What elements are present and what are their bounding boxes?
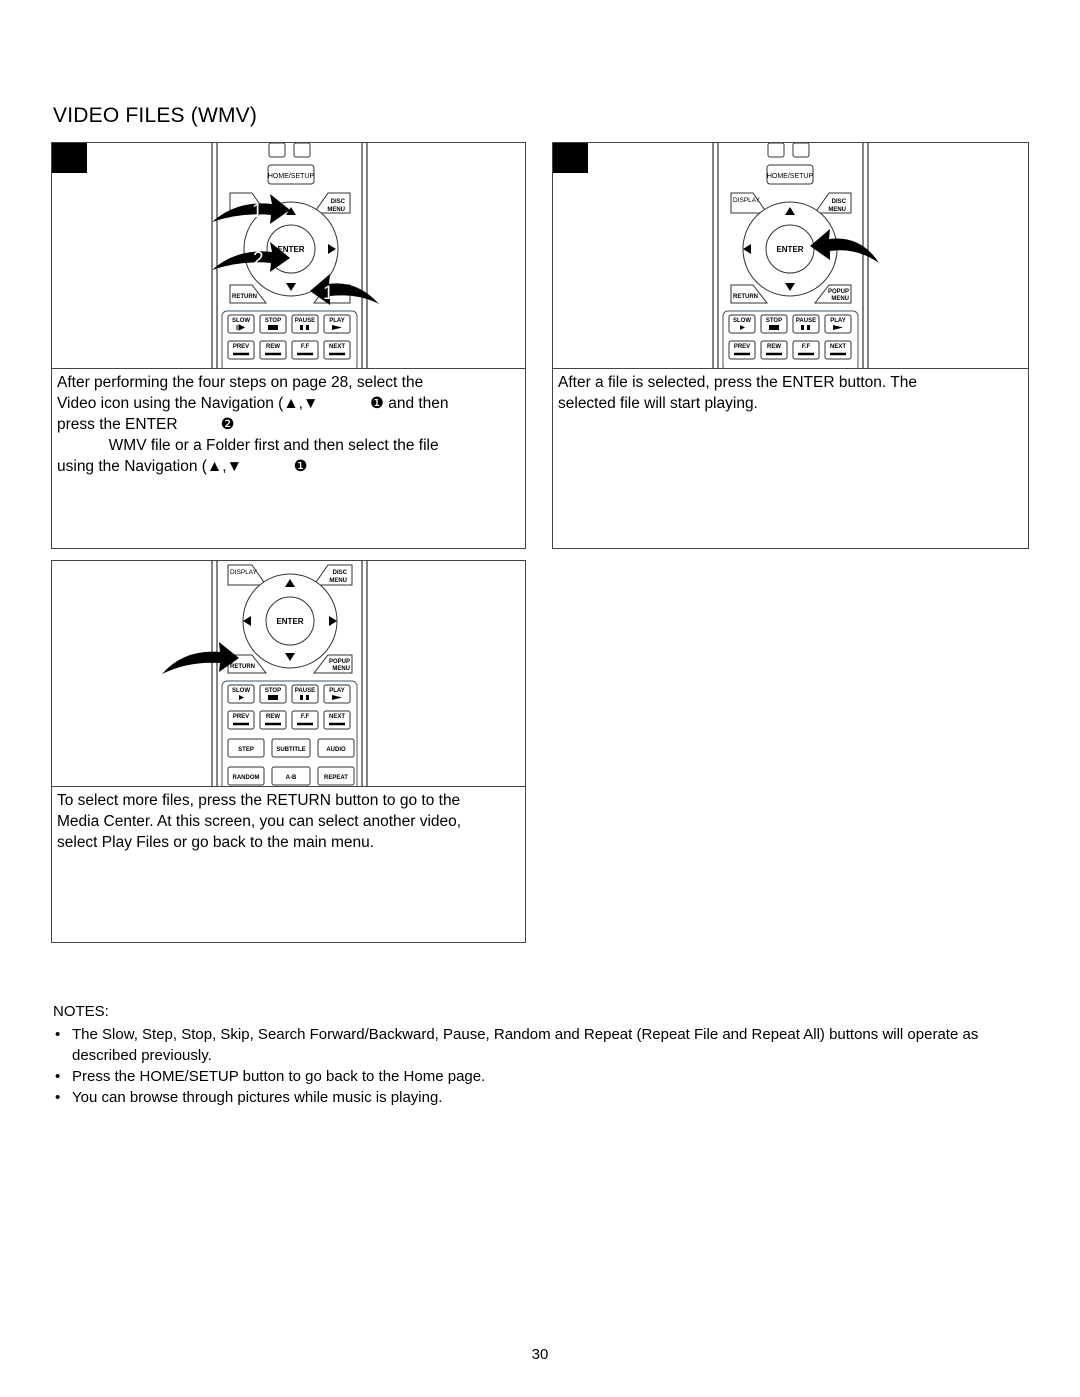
callout-1-down: 1 <box>323 283 334 304</box>
text-line: press the ENTER ❷ <box>57 416 235 433</box>
bullet-icon: • <box>55 1026 61 1043</box>
note-item: • You can browse through pictures while m… <box>55 1087 1035 1108</box>
stop-label: STOP <box>766 318 782 324</box>
next-label: NEXT <box>329 714 345 720</box>
transport-buttons: SLOW STOP PAUSE PLAY PREV REW F.F NEXT <box>728 314 852 360</box>
remote-control-drawing: HOME/SETUP DISPLAY DISC MENU ENTER RETUR… <box>712 143 879 368</box>
note-text: You can browse through pictures while mu… <box>72 1089 443 1106</box>
repeat-label: REPEAT <box>324 775 348 781</box>
remote-control-drawing: DISPLAY DISC MENU ENTER RETURN POPUP MEN… <box>162 561 368 786</box>
note-text: Press the HOME/SETUP button to go back t… <box>72 1068 486 1085</box>
play-label: PLAY <box>329 688 344 694</box>
remote-illustration: DISPLAY DISC MENU ENTER RETURN POPUP MEN… <box>52 561 525 786</box>
text-line: After performing the four steps on page … <box>57 374 424 391</box>
return-label: RETURN <box>230 664 255 670</box>
menu-label: MENU <box>327 207 345 213</box>
play-label: PLAY <box>329 318 344 324</box>
menu-label: MENU <box>332 666 350 672</box>
remote-body: DISPLAY DISC MENU ENTER RETURN POPUP MEN… <box>211 561 368 786</box>
bullet-icon: • <box>55 1068 61 1085</box>
rew-label: REW <box>266 344 280 350</box>
rew-label: REW <box>767 344 781 350</box>
popup-label: POPUP <box>828 289 849 295</box>
disc-label: DISC <box>832 199 847 205</box>
random-label: RANDOM <box>233 775 260 781</box>
enter-label: ENTER <box>776 245 803 254</box>
prev-label: PREV <box>233 344 249 350</box>
note-text: The Slow, Step, Stop, Skip, Search Forwa… <box>72 1026 979 1064</box>
menu-label: MENU <box>831 296 849 302</box>
text-line: WMV file or a Folder first and then sele… <box>57 437 439 454</box>
pause-label: PAUSE <box>796 318 816 324</box>
bullet-icon: • <box>55 1089 61 1106</box>
step-panel-1: HOME/SETUP DISC MENU ENTER RETURN SLOW S… <box>51 142 526 549</box>
callout-2-enter: 2 <box>253 249 264 270</box>
note-item: • The Slow, Step, Stop, Skip, Search Forw… <box>55 1024 1035 1066</box>
step-label: STEP <box>238 747 254 753</box>
step-badge <box>52 143 87 173</box>
slow-label: SLOW <box>232 318 250 324</box>
ff-label: F.F <box>301 714 310 720</box>
prev-label: PREV <box>233 714 249 720</box>
note-item: • Press the HOME/SETUP button to go back … <box>55 1066 1035 1087</box>
display-label: DISPLAY <box>733 197 761 204</box>
play-label: PLAY <box>830 318 845 324</box>
notes-list: • The Slow, Step, Stop, Skip, Search Forw… <box>55 1024 1035 1108</box>
menu-label: MENU <box>828 207 846 213</box>
step-badge <box>553 143 588 173</box>
step-description: After performing the four steps on page … <box>52 368 525 477</box>
slow-label: SLOW <box>733 318 751 324</box>
stop-label: STOP <box>265 688 281 694</box>
menu-label: MENU <box>329 578 347 584</box>
ab-label: A-B <box>286 775 297 781</box>
remote-illustration: HOME/SETUP DISC MENU ENTER RETURN SLOW S… <box>52 143 525 368</box>
transport-buttons: SLOW STOP PAUSE PLAY PREV REW F.F NEXT S… <box>227 684 355 786</box>
pause-label: PAUSE <box>295 318 315 324</box>
page-number: 30 <box>531 1346 549 1363</box>
pause-label: PAUSE <box>295 688 315 694</box>
next-label: NEXT <box>830 344 846 350</box>
remote-body: HOME/SETUP DISC MENU ENTER RETURN SLOW S… <box>211 143 368 368</box>
home-setup-label: HOME/SETUP <box>767 173 814 180</box>
remote-body: HOME/SETUP DISPLAY DISC MENU ENTER RETUR… <box>712 143 869 368</box>
remote-control-drawing: HOME/SETUP DISC MENU ENTER RETURN SLOW S… <box>211 143 379 368</box>
step-description: After a file is selected, press the ENTE… <box>553 368 1028 414</box>
subtitle-label: SUBTITLE <box>276 747 305 753</box>
text-line: using the Navigation (▲,▼ ❶ <box>57 458 308 475</box>
callout-1-up: 1 <box>252 201 263 222</box>
slow-label: SLOW <box>232 688 250 694</box>
text-line: To select more files, press the RETURN b… <box>57 792 461 809</box>
text-line: select Play Files or go back to the main… <box>57 834 375 851</box>
text-line: Video icon using the Navigation (▲,▼ ❶ a… <box>57 395 449 412</box>
prev-label: PREV <box>734 344 750 350</box>
disc-label: DISC <box>333 570 348 576</box>
next-label: NEXT <box>329 344 345 350</box>
ff-label: F.F <box>802 344 811 350</box>
arrow-icon <box>162 642 239 674</box>
step-panel-2: HOME/SETUP DISPLAY DISC MENU ENTER RETUR… <box>552 142 1029 549</box>
return-label: RETURN <box>733 294 758 300</box>
popup-label: POPUP <box>329 659 350 665</box>
disc-label: DISC <box>331 199 346 205</box>
enter-label: ENTER <box>276 617 303 626</box>
text-line: After a file is selected, press the ENTE… <box>558 374 917 391</box>
notes-heading: NOTES: <box>53 1003 109 1020</box>
home-setup-label: HOME/SETUP <box>268 173 315 180</box>
ff-label: F.F <box>301 344 310 350</box>
step-description: To select more files, press the RETURN b… <box>52 786 525 853</box>
audio-label: AUDIO <box>326 747 346 753</box>
text-line: Media Center. At this screen, you can se… <box>57 813 462 830</box>
display-label: DISPLAY <box>230 569 258 576</box>
remote-illustration: HOME/SETUP DISPLAY DISC MENU ENTER RETUR… <box>553 143 1028 368</box>
text-line: selected file will start playing. <box>558 395 758 412</box>
page-title: VIDEO FILES (WMV) <box>53 104 258 127</box>
step-panel-3: DISPLAY DISC MENU ENTER RETURN POPUP MEN… <box>51 560 526 943</box>
rew-label: REW <box>266 714 280 720</box>
stop-label: STOP <box>265 318 281 324</box>
return-label: RETURN <box>232 294 257 300</box>
transport-buttons: SLOW STOP PAUSE PLAY PREV REW F.F NEXT <box>227 314 351 360</box>
